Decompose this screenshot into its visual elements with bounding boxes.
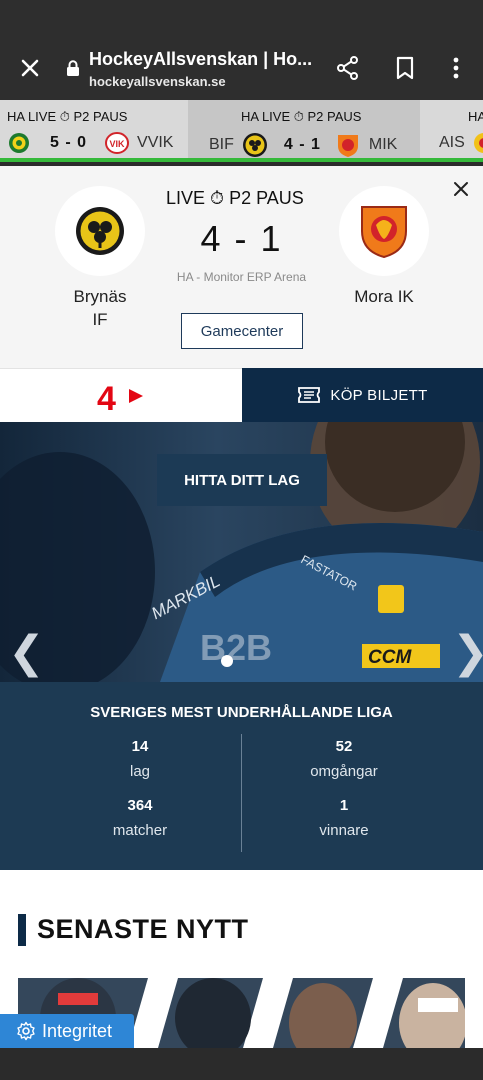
home-team-name-line2: IF — [92, 310, 108, 329]
ticker-game-row: 5 - 0 VIK VVIK — [8, 132, 173, 154]
svg-text:CCM: CCM — [368, 647, 412, 668]
heading-accent-bar — [18, 914, 26, 946]
stat-winners: 1 vinnare — [244, 797, 444, 839]
home-team-name-line1: Brynäs — [73, 287, 127, 306]
buy-ticket-label: KÖP BILJETT — [330, 386, 428, 404]
score-ticker[interactable]: HA LIVE ⏱ P2 PAUS 5 - 0 VIK VVIK HA LIVE… — [0, 100, 483, 162]
partner-bar: 4 KÖP BILJETT — [0, 368, 483, 422]
ticker-game-3[interactable]: HA AIS — [420, 100, 483, 158]
carousel-next-icon[interactable]: ❯ — [452, 627, 483, 678]
team-logo-icon — [473, 133, 483, 153]
news-heading: SENASTE NYTT — [37, 914, 249, 944]
ticker-game-status: HA — [468, 109, 483, 124]
stat-label: vinnare — [319, 822, 369, 839]
team-logo-icon — [337, 135, 358, 157]
status-bar — [0, 0, 483, 40]
ticker-game-2[interactable]: HA LIVE ⏱ P2 PAUS BIF 4 - 1 MIK — [188, 100, 420, 158]
ticker-game-1[interactable]: HA LIVE ⏱ P2 PAUS 5 - 0 VIK VVIK — [0, 100, 188, 158]
away-team-name[interactable]: Mora IK — [339, 285, 429, 308]
ticker-game-status: HA LIVE ⏱ P2 PAUS — [241, 109, 362, 124]
screen: HockeyAllsvenskan | Ho... hockeyallsvens… — [0, 0, 483, 1080]
home-team-name[interactable]: Brynäs IF — [55, 285, 145, 331]
share-icon[interactable] — [334, 54, 362, 82]
mora-logo-icon — [361, 206, 407, 259]
ticker-away-team: MIK — [368, 136, 398, 153]
ticker-home-team: BIF — [209, 136, 234, 153]
stat-value: 364 — [127, 797, 153, 814]
buy-ticket-button[interactable]: KÖP BILJETT — [242, 368, 483, 422]
ticket-icon — [298, 387, 321, 403]
ticker-score: 5 - 0 — [50, 134, 88, 151]
league-stats: SVERIGES MEST UNDERHÅLLANDE LIGA 14 lag … — [0, 682, 483, 870]
carousel-dot[interactable] — [221, 655, 233, 667]
hero-carousel[interactable]: MARKBIL FASTATOR B2B CCM HITTA DITT LAG … — [0, 422, 483, 682]
ticker-game-status: HA LIVE ⏱ P2 PAUS — [7, 109, 128, 124]
stat-value: 14 — [131, 738, 149, 755]
stats-divider — [241, 734, 242, 852]
stat-label: matcher — [112, 822, 168, 839]
close-match-card-icon[interactable] — [452, 180, 470, 198]
stat-label: omgångar — [310, 763, 378, 780]
ticker-home-team: AIS — [439, 134, 465, 151]
privacy-button[interactable]: Integritet — [0, 1014, 134, 1048]
system-nav-bar — [0, 1048, 483, 1080]
gamecenter-button[interactable]: Gamecenter — [181, 313, 303, 349]
close-icon[interactable] — [16, 54, 44, 82]
match-status: LIVE ⏱ P2 PAUS — [166, 188, 304, 208]
privacy-label: Integritet — [42, 1020, 113, 1041]
stat-teams: 14 lag — [40, 738, 240, 780]
svg-text:VIK: VIK — [110, 139, 126, 149]
stat-matches: 364 matcher — [40, 797, 240, 839]
lock-icon — [67, 60, 79, 76]
team-logo-icon — [9, 133, 29, 153]
stat-label: lag — [129, 763, 151, 780]
away-team-logo[interactable] — [339, 186, 429, 276]
page-title[interactable]: HockeyAllsvenskan | Ho... — [89, 49, 314, 70]
find-team-button[interactable]: HITTA DITT LAG — [157, 454, 327, 506]
tv4-logo-icon: 4 — [97, 380, 143, 417]
gear-icon — [17, 1021, 35, 1041]
ticker-game-row: BIF 4 - 1 MIK — [209, 132, 397, 158]
page-url[interactable]: hockeyallsvenskan.se — [89, 74, 226, 89]
tv4-link[interactable]: 4 — [0, 368, 242, 422]
stat-value: 52 — [335, 738, 353, 755]
ticker-score: 4 - 1 — [283, 136, 321, 153]
browser-toolbar: HockeyAllsvenskan | Ho... hockeyallsvens… — [0, 40, 483, 100]
match-venue: HA - Monitor ERP Arena — [176, 270, 307, 284]
svg-text:B2B: B2B — [200, 627, 272, 668]
team-logo-icon: VIK — [105, 132, 130, 154]
ticker-game-row: AIS — [439, 132, 483, 154]
bookmark-icon[interactable] — [391, 54, 419, 82]
stat-value: 1 — [339, 797, 349, 814]
carousel-prev-icon[interactable]: ❮ — [8, 627, 45, 678]
tv4-label: 4 — [97, 380, 116, 417]
stat-rounds: 52 omgångar — [244, 738, 444, 780]
more-options-icon[interactable] — [442, 54, 470, 82]
match-card: Brynäs IF LIVE ⏱ P2 PAUS 4 - 1 HA - Moni… — [0, 166, 483, 368]
ticker-away-team: VVIK — [137, 134, 174, 151]
stats-heading: SVERIGES MEST UNDERHÅLLANDE LIGA — [90, 704, 393, 721]
team-logo-icon — [242, 133, 267, 157]
